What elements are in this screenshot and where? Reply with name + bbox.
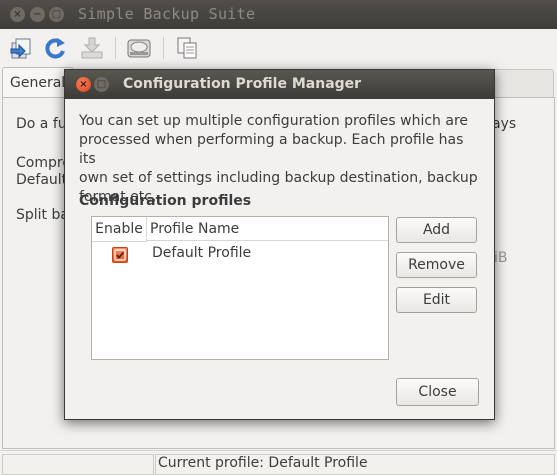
main-minimize-button[interactable]: − (30, 7, 45, 22)
main-maximize-button[interactable]: □ (49, 7, 64, 22)
main-window-title: Simple Backup Suite (78, 5, 256, 23)
toolbar (0, 29, 557, 65)
main-titlebar: × − □ Simple Backup Suite (0, 0, 557, 29)
close-button[interactable]: Close (396, 378, 479, 406)
column-header-enable[interactable]: Enable (92, 217, 147, 242)
compression-default-label: Default (16, 172, 68, 188)
profile-name-cell: Default Profile (152, 245, 252, 261)
status-current-profile: Current profile: Default Profile (158, 455, 368, 471)
table-row[interactable]: Default Profile (92, 242, 388, 266)
configuration-profiles-heading: Configuration profiles (79, 193, 252, 209)
statusbar: Current profile: Default Profile (0, 450, 557, 475)
column-header-profile-name[interactable]: Profile Name (147, 217, 388, 241)
status-segment (2, 454, 154, 475)
dialog-title: Configuration Profile Manager (123, 76, 362, 92)
profiles-table[interactable]: Enable Profile Name Default Profile (91, 216, 389, 360)
toolbar-separator (163, 37, 164, 59)
open-icon[interactable] (8, 35, 34, 61)
backup-drive-icon[interactable] (126, 35, 152, 61)
split-size-fragment: iB (494, 250, 508, 266)
dialog-close-button[interactable]: × (76, 77, 91, 92)
refresh-icon[interactable] (42, 35, 68, 61)
description-line: processed when performing a backup. Each… (79, 132, 464, 167)
tab-hidden[interactable] (492, 69, 554, 98)
compression-label: Compre (16, 155, 71, 171)
checkmark-icon (114, 249, 126, 261)
tab-general-label: General (10, 75, 66, 91)
dialog-maximize-button[interactable]: □ (94, 77, 109, 92)
copy-icon[interactable] (174, 35, 200, 61)
main-close-button[interactable]: × (10, 7, 25, 22)
toolbar-separator (115, 37, 116, 59)
split-backup-label: Split ba (16, 207, 69, 223)
backup-option-label: Do a ful (16, 116, 71, 132)
backup-option-fragment: ays (492, 116, 517, 132)
remove-button[interactable]: Remove (396, 252, 477, 278)
description-line: You can set up multiple configuration pr… (79, 113, 469, 129)
dialog-titlebar: × □ Configuration Profile Manager (65, 70, 494, 99)
configuration-profile-manager-dialog: × □ Configuration Profile Manager You ca… (64, 69, 495, 420)
description-line: own set of settings including backup des… (79, 170, 478, 186)
edit-button[interactable]: Edit (396, 287, 477, 313)
save-icon[interactable] (79, 35, 105, 61)
profile-enable-checkbox[interactable] (112, 247, 128, 263)
add-button[interactable]: Add (396, 217, 477, 243)
